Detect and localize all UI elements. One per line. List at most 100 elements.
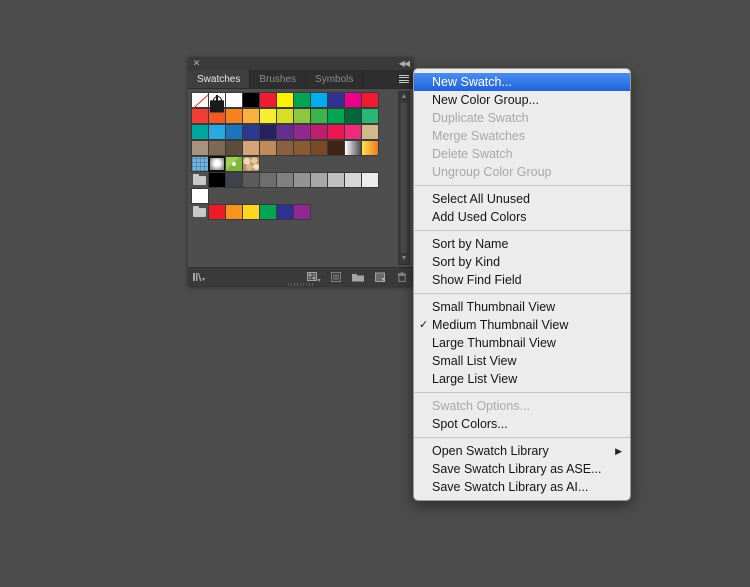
menu-large-thumbnail-view[interactable]: Large Thumbnail View [414, 334, 630, 352]
swatch-color[interactable] [361, 92, 379, 108]
swatch-pattern[interactable] [191, 156, 209, 172]
swatch-color[interactable] [242, 108, 260, 124]
swatch-color[interactable] [225, 108, 243, 124]
scroll-down-arrow-icon[interactable]: ▼ [399, 254, 409, 264]
swatch-color[interactable] [242, 172, 260, 188]
swatch-color[interactable] [310, 124, 328, 140]
swatch-grid[interactable] [188, 89, 395, 220]
swatch-color[interactable] [208, 108, 226, 124]
swatch-color[interactable] [327, 140, 345, 156]
new-swatch-icon[interactable] [369, 268, 391, 286]
tab-brushes[interactable]: Brushes [250, 70, 307, 88]
menu-new-color-group[interactable]: New Color Group... [414, 91, 630, 109]
swatch-color[interactable] [293, 172, 311, 188]
swatch-color[interactable] [293, 108, 311, 124]
menu-open-swatch-library[interactable]: Open Swatch Library ▶ [414, 442, 630, 460]
swatch-pattern[interactable] [208, 156, 226, 172]
swatch-color[interactable] [208, 204, 226, 220]
menu-save-swatch-library-ase[interactable]: Save Swatch Library as ASE... [414, 460, 630, 478]
swatch-color[interactable] [344, 108, 362, 124]
swatch-color[interactable] [293, 124, 311, 140]
swatch-color[interactable] [208, 172, 226, 188]
swatch-color[interactable] [259, 92, 277, 108]
swatch-libraries-menu-icon[interactable] [188, 268, 210, 286]
menu-new-swatch[interactable]: New Swatch... [414, 73, 630, 91]
color-group-folder-icon[interactable] [191, 204, 209, 220]
tab-swatches[interactable]: Swatches [188, 70, 251, 88]
swatch-color[interactable] [242, 92, 260, 108]
color-group-folder-icon[interactable] [191, 172, 209, 188]
swatch-color[interactable] [208, 140, 226, 156]
new-color-group-icon[interactable] [347, 268, 369, 286]
close-icon[interactable]: ✕ [192, 59, 201, 68]
menu-medium-thumbnail-view[interactable]: ✓ Medium Thumbnail View [414, 316, 630, 334]
panel-menu-button[interactable] [395, 70, 413, 88]
swatch-color[interactable] [225, 204, 243, 220]
swatch-color[interactable] [276, 204, 294, 220]
swatch-color[interactable] [225, 172, 243, 188]
menu-add-used-colors[interactable]: Add Used Colors [414, 208, 630, 226]
swatch-color[interactable] [327, 124, 345, 140]
swatch-color[interactable] [225, 92, 243, 108]
swatch-color[interactable] [327, 92, 345, 108]
swatch-color[interactable] [259, 172, 277, 188]
menu-large-list-view[interactable]: Large List View [414, 370, 630, 388]
menu-sort-by-kind[interactable]: Sort by Kind [414, 253, 630, 271]
swatch-color[interactable] [259, 140, 277, 156]
swatch-color[interactable] [276, 172, 294, 188]
swatch-color[interactable] [276, 124, 294, 140]
swatch-color[interactable] [344, 124, 362, 140]
swatch-color[interactable] [225, 124, 243, 140]
swatch-color[interactable] [361, 108, 379, 124]
swatch-color[interactable] [259, 108, 277, 124]
swatch-color[interactable] [276, 108, 294, 124]
swatch-options-icon[interactable] [325, 268, 347, 286]
swatch-color[interactable] [293, 92, 311, 108]
swatch-gradient[interactable] [361, 140, 379, 156]
swatch-registration[interactable] [208, 92, 226, 108]
swatch-color[interactable] [276, 140, 294, 156]
swatch-gradient[interactable] [344, 140, 362, 156]
swatch-color[interactable] [361, 124, 379, 140]
swatch-scrollbar[interactable]: ▲ ▼ [398, 91, 410, 265]
swatch-color[interactable] [327, 172, 345, 188]
swatch-color[interactable] [242, 140, 260, 156]
panel-resize-handle[interactable] [402, 276, 411, 285]
collapse-panel-icon[interactable]: ◀◀ [399, 59, 410, 68]
swatch-color[interactable] [259, 204, 277, 220]
menu-small-thumbnail-view[interactable]: Small Thumbnail View [414, 298, 630, 316]
tab-symbols[interactable]: Symbols [306, 70, 364, 88]
swatch-color[interactable] [293, 204, 311, 220]
menu-small-list-view[interactable]: Small List View [414, 352, 630, 370]
swatch-color[interactable] [344, 172, 362, 188]
swatch-color[interactable] [242, 204, 260, 220]
menu-select-all-unused[interactable]: Select All Unused [414, 190, 630, 208]
swatch-color[interactable] [242, 124, 260, 140]
swatch-pattern[interactable] [242, 156, 260, 172]
swatch-color[interactable] [191, 124, 209, 140]
swatch-color[interactable] [208, 124, 226, 140]
swatch-color[interactable] [225, 140, 243, 156]
panel-resize-grip[interactable] [287, 283, 314, 286]
swatch-color[interactable] [293, 140, 311, 156]
swatch-color[interactable] [191, 188, 209, 204]
menu-show-find-field[interactable]: Show Find Field [414, 271, 630, 289]
menu-save-swatch-library-ai[interactable]: Save Swatch Library as AI... [414, 478, 630, 496]
swatch-color[interactable] [259, 124, 277, 140]
swatch-color[interactable] [310, 140, 328, 156]
menu-sort-by-name[interactable]: Sort by Name [414, 235, 630, 253]
swatch-color[interactable] [191, 140, 209, 156]
swatch-color[interactable] [310, 108, 328, 124]
swatch-color[interactable] [327, 108, 345, 124]
swatch-color[interactable] [310, 172, 328, 188]
scrollbar-thumb[interactable] [401, 103, 407, 253]
swatch-color[interactable] [361, 172, 379, 188]
swatch-none[interactable] [191, 92, 209, 108]
swatch-color[interactable] [310, 92, 328, 108]
swatch-pattern[interactable] [225, 156, 243, 172]
menu-spot-colors[interactable]: Spot Colors... [414, 415, 630, 433]
swatch-color[interactable] [344, 92, 362, 108]
swatch-color[interactable] [191, 108, 209, 124]
swatch-color[interactable] [276, 92, 294, 108]
scroll-up-arrow-icon[interactable]: ▲ [399, 92, 409, 102]
